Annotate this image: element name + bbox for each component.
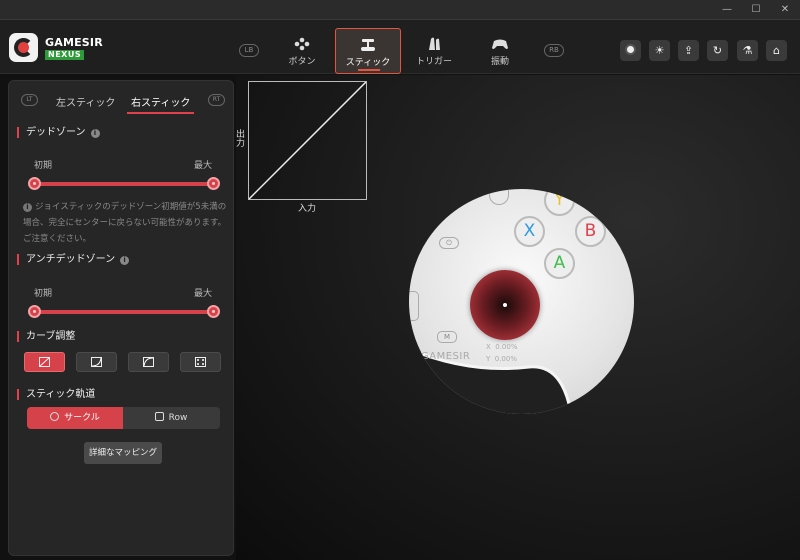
trajectory-title: スティック軌道 [17,389,95,400]
info-icon[interactable]: i [120,256,130,265]
brightness-icon: ☀ [654,44,665,57]
screenshot-icon: ⏻ [439,237,459,249]
curve-concave-button[interactable] [76,352,117,372]
tab-vibration-label: 振動 [490,57,509,67]
side-button-shape [409,291,419,321]
upload-icon: ⇪ [683,44,694,57]
a-button: A [544,248,575,279]
x-readout: X 0.00% [486,343,518,351]
brightness-button[interactable]: ☀ [649,40,670,61]
curve-title: カーブ調整 [17,331,75,342]
tab-stick-label: スティック [345,58,391,68]
trajectory-toggle: サークル Row [27,407,220,429]
anti-deadzone-slider[interactable] [28,305,220,318]
anti-deadzone-min-label: 初期 [34,289,53,299]
maximize-button[interactable]: ☐ [741,0,771,20]
curve-custom-button[interactable] [180,352,221,372]
tab-left-stick[interactable]: 左スティック [56,94,115,109]
info-icon[interactable]: i [90,129,100,138]
trajectory-row-label: Row [168,413,188,423]
trigger-icon [425,37,443,51]
anti-deadzone-title-text: アンチデッドゾーン [26,254,116,265]
deadzone-slider[interactable] [28,177,220,190]
graph-y-label: 出力 [236,130,246,149]
stick-position-dot [503,303,507,307]
tab-vibration[interactable]: 振動 [467,28,533,74]
curve-linear-button[interactable] [24,352,65,372]
tab-trigger-label: トリガー [415,57,452,67]
curve-custom-icon [195,357,206,367]
b-button: B [575,216,606,247]
test-flask-icon: ⚗ [742,44,753,57]
deadzone-max-label: 最大 [194,161,213,171]
lb-tag[interactable]: LB [239,44,259,57]
anti-deadzone-title: アンチデッドゾーン i [17,254,130,265]
deadzone-max-handle[interactable] [207,177,220,190]
minimize-button[interactable]: — [712,0,742,20]
stick-tabs: LT 左スティック 右スティック RT [9,81,235,114]
response-curve-line [249,82,366,199]
x-readout-label: X [486,343,491,351]
lt-tag[interactable]: LT [21,94,38,106]
deadzone-title-text: デッドゾーン [26,127,86,138]
anti-deadzone-max-label: 最大 [194,289,213,299]
advanced-mapping-button[interactable]: 詳細なマッピング [84,442,162,464]
deadzone-min-handle[interactable] [28,177,41,190]
trajectory-circle-option[interactable]: サークル [27,407,123,429]
home-button[interactable]: ⌂ [766,40,787,61]
title-bar: — ☐ ✕ [0,0,800,20]
curve-concave-icon [91,357,102,367]
deadzone-title: デッドゾーン i [17,127,100,138]
stick-settings-panel: LT 左スティック 右スティック RT デッドゾーン i 初期 最大 i ジョイステ… [8,80,234,556]
tab-trigger[interactable]: トリガー [401,28,467,74]
tab-buttons-label: ボタン [288,57,316,67]
deadzone-note-text: ジョイスティックのデッドゾーン初期値が5未満の場合、完全にセンターに戻らない可能… [23,202,227,244]
vibration-icon [491,37,509,51]
m-button: M [437,331,457,343]
x-readout-value: 0.00% [495,343,518,351]
y-readout: Y 0.00% [486,355,517,363]
home-icon: ⌂ [773,44,780,57]
tab-buttons[interactable]: ボタン [269,28,335,74]
buttons-icon [293,37,311,51]
tab-right-stick[interactable]: 右スティック [126,94,195,114]
rb-tag[interactable]: RB [544,44,564,57]
rt-tag[interactable]: RT [208,94,225,106]
y-readout-label: Y [486,355,491,363]
curve-convex-icon [143,357,154,367]
controller-brand: GAMESIR [421,351,471,362]
close-button[interactable]: ✕ [770,0,800,20]
refresh-icon: ↻ [712,44,723,57]
test-button[interactable]: ⚗ [737,40,758,61]
graph-x-label: 入力 [298,204,317,214]
brand-name: GAMESIR [45,36,103,49]
upload-button[interactable]: ⇪ [678,40,699,61]
stick-icon [359,38,377,52]
curve-linear-icon [39,357,50,367]
header: GAMESIR NEXUS LB ボタン スティック トリガー 振動 RB ☀ … [0,20,800,74]
refresh-button[interactable]: ↻ [707,40,728,61]
trajectory-row-option[interactable]: Row [123,407,219,429]
right-stick [470,270,540,340]
x-button: X [514,216,545,247]
info-icon: i [23,203,32,212]
anti-deadzone-max-handle[interactable] [207,305,220,318]
circle-icon [50,412,60,421]
trajectory-circle-label: サークル [64,413,100,423]
response-curve-graph [248,81,367,200]
y-readout-value: 0.00% [494,355,517,363]
anti-deadzone-min-handle[interactable] [28,305,41,318]
curve-convex-button[interactable] [128,352,169,372]
gamesir-logo-icon [9,33,38,62]
square-icon [154,412,164,421]
deadzone-note: i ジョイスティックのデッドゾーン初期値が5未満の場合、完全にセンターに戻らない可… [23,199,227,247]
controller-preview: ⏻ M Y X B A GAMESIR X 0.00% Y 0.00% [409,189,634,414]
record-icon [625,44,636,55]
brand-sub: NEXUS [45,50,85,60]
tab-stick[interactable]: スティック [335,28,401,74]
deadzone-min-label: 初期 [34,161,53,171]
record-button[interactable] [620,40,641,61]
